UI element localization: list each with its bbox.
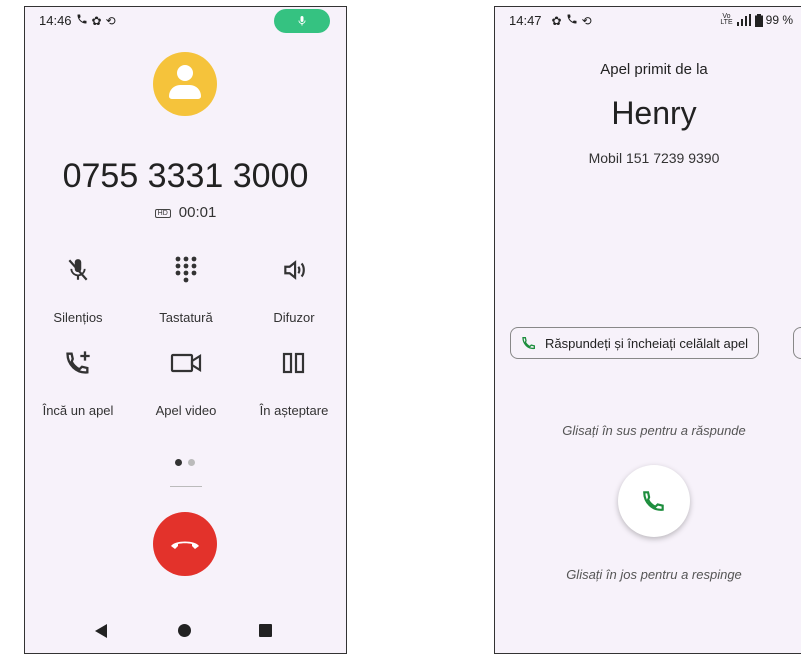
gear-icon: ✿ bbox=[91, 13, 102, 28]
speaker-icon bbox=[244, 250, 344, 290]
volte-icon: Vo LTE bbox=[720, 13, 733, 26]
status-bar: 14:46 ✿ ⟲ bbox=[39, 13, 116, 28]
divider bbox=[170, 486, 202, 487]
signal-icon bbox=[736, 14, 751, 26]
system-status: Vo LTE 99 % bbox=[720, 13, 793, 27]
page-dot bbox=[188, 459, 195, 466]
add-call-button[interactable]: Încă un apel bbox=[28, 343, 128, 418]
add-call-icon bbox=[28, 343, 128, 383]
hold-button[interactable]: În așteptare bbox=[244, 343, 344, 418]
answer-end-other-chip[interactable]: Răspundeți și încheiați celălalt apel bbox=[510, 327, 760, 359]
secondary-chip[interactable] bbox=[793, 327, 801, 359]
answer-button[interactable] bbox=[618, 465, 690, 537]
add-call-label: Încă un apel bbox=[42, 403, 114, 418]
keypad-label: Tastatură bbox=[159, 310, 213, 325]
page-dot-active bbox=[175, 459, 182, 466]
phone-status-icon bbox=[566, 13, 578, 28]
speaker-label: Difuzor bbox=[273, 310, 315, 325]
avatar-head bbox=[177, 65, 193, 81]
swipe-down-hint: Glisați în jos pentru a respinge bbox=[566, 567, 742, 582]
dialpad-icon bbox=[136, 250, 236, 290]
chip-label: Răspundeți și încheiați celălalt apel bbox=[545, 335, 749, 351]
caller-number: 0755 3331 3000 bbox=[62, 157, 309, 195]
gear-icon: ✿ bbox=[551, 13, 562, 28]
video-icon bbox=[136, 343, 236, 383]
swipe-up-hint: Glisați în sus pentru a răspunde bbox=[562, 423, 746, 438]
status-bar: 14:47 ✿ ⟲ bbox=[509, 13, 592, 28]
pause-icon bbox=[244, 343, 344, 383]
mute-label: Silențios bbox=[53, 310, 103, 325]
mic-off-icon bbox=[28, 250, 128, 290]
avatar-body bbox=[169, 85, 201, 99]
hold-label: În așteptare bbox=[259, 403, 329, 418]
end-call-icon bbox=[171, 541, 199, 549]
call-timer: 00:01 bbox=[178, 204, 217, 221]
video-call-label: Apel video bbox=[155, 403, 217, 418]
mute-button[interactable]: Silențios bbox=[28, 250, 128, 325]
incoming-call-subtitle: Apel primit de la bbox=[600, 61, 708, 78]
contact-avatar bbox=[153, 52, 217, 116]
page-indicator bbox=[175, 459, 195, 466]
battery-icon bbox=[754, 13, 763, 27]
battery-percent: 99 % bbox=[765, 13, 793, 27]
mic-icon bbox=[298, 16, 306, 26]
in-call-screen: 14:46 ✿ ⟲ 0755 3331 3000 HD 00:01 Silenți… bbox=[24, 6, 347, 654]
status-time: 14:47 bbox=[509, 13, 542, 28]
recents-icon[interactable] bbox=[259, 624, 272, 637]
navigation-bar bbox=[25, 619, 346, 641]
phone-icon bbox=[522, 337, 535, 350]
caller-name: Henry bbox=[611, 95, 697, 131]
speaker-button[interactable]: Difuzor bbox=[244, 250, 344, 325]
incoming-call-screen: 14:47 ✿ ⟲ Vo LTE 99 % Apel primit de la H… bbox=[494, 6, 801, 654]
phone-icon bbox=[643, 491, 664, 511]
hd-badge: HD bbox=[154, 209, 171, 218]
sync-icon: ⟲ bbox=[581, 13, 592, 28]
call-timer-row: HD 00:01 bbox=[25, 204, 346, 221]
status-time: 14:46 bbox=[39, 13, 72, 28]
caller-detail: Mobil 151 7239 9390 bbox=[588, 150, 720, 166]
mic-indicator[interactable] bbox=[274, 9, 330, 33]
home-icon[interactable] bbox=[178, 624, 191, 637]
phone-status-icon bbox=[76, 13, 88, 28]
keypad-button[interactable]: Tastatură bbox=[136, 250, 236, 325]
video-call-button[interactable]: Apel video bbox=[136, 343, 236, 418]
back-icon[interactable] bbox=[95, 624, 107, 638]
end-call-button[interactable] bbox=[153, 512, 217, 576]
sync-icon: ⟲ bbox=[105, 13, 116, 28]
